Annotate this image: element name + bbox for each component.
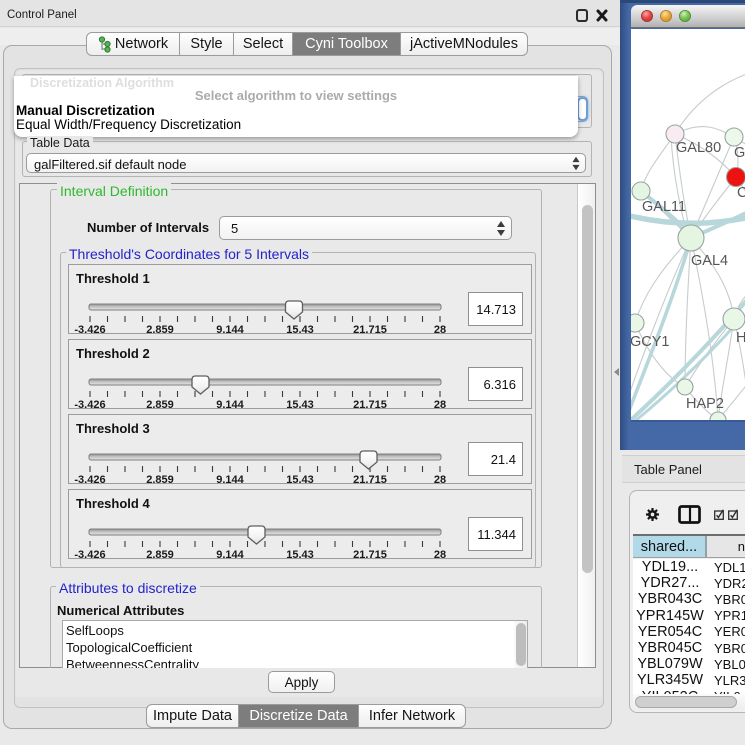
svg-text:H: H (736, 330, 745, 346)
svg-text:GCY1: GCY1 (631, 334, 670, 350)
svg-text:GA: GA (734, 145, 745, 161)
svg-text:HAP2: HAP2 (686, 396, 724, 412)
svg-text:GAL11: GAL11 (642, 199, 686, 215)
svg-text:C: C (737, 185, 745, 201)
svg-text:GAL4: GAL4 (691, 253, 728, 269)
svg-text:GAL80: GAL80 (676, 140, 721, 156)
